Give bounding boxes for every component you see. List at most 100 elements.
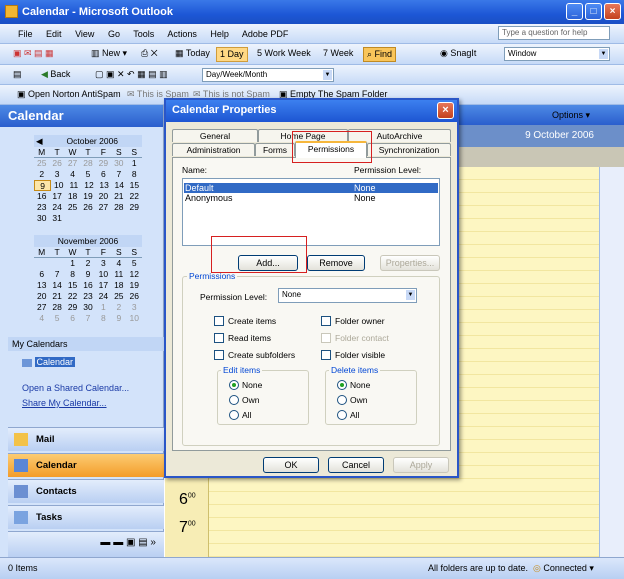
day-cell[interactable]: 3 <box>49 169 64 180</box>
open-norton-button[interactable]: ▣ Open Norton AntiSpam <box>14 88 124 103</box>
open-shared-calendar-link[interactable]: Open a Shared Calendar... <box>22 383 129 393</box>
day-cell[interactable] <box>49 258 64 269</box>
day-cell[interactable]: 4 <box>65 169 80 180</box>
permission-row-default[interactable]: Default None <box>184 183 438 193</box>
view-combo[interactable]: Day/Week/Month ▼ <box>202 68 334 82</box>
day-cell[interactable]: 15 <box>127 180 142 191</box>
day-cell[interactable]: 22 <box>127 191 142 202</box>
day-cell[interactable]: 7 <box>111 169 126 180</box>
day-cell[interactable]: 10 <box>96 269 111 280</box>
nav-tasks-button[interactable]: Tasks <box>8 505 164 529</box>
back-button[interactable]: ◀ Back <box>38 68 73 83</box>
day-cell[interactable]: 28 <box>49 302 64 313</box>
day-cell[interactable]: 21 <box>49 291 64 302</box>
share-my-calendar-link[interactable]: Share My Calendar... <box>22 398 107 408</box>
day-cell[interactable] <box>34 258 49 269</box>
print-delete-icons[interactable]: ⎙ ✕ <box>138 47 161 62</box>
menu-adobe-pdf[interactable]: Adobe PDF <box>242 29 289 39</box>
day-cell[interactable]: 12 <box>81 180 96 191</box>
day-cell[interactable] <box>127 213 142 224</box>
day-cell[interactable]: 17 <box>96 280 111 291</box>
day-cell[interactable]: 25 <box>65 202 80 213</box>
day-cell[interactable]: 16 <box>80 280 95 291</box>
day-cell[interactable] <box>80 213 95 224</box>
day-cell[interactable]: 10 <box>51 180 66 191</box>
day-cell[interactable]: 18 <box>65 191 80 202</box>
help-search-input[interactable]: Type a question for help <box>498 26 610 40</box>
menu-file[interactable]: File <box>18 29 33 39</box>
day-cell[interactable]: 29 <box>96 158 111 169</box>
day-cell[interactable]: 7 <box>49 269 64 280</box>
folder-owner-checkbox[interactable] <box>321 316 331 326</box>
day-cell[interactable]: 10 <box>127 313 142 324</box>
day-cell[interactable]: 1 <box>96 302 111 313</box>
day-cell[interactable]: 29 <box>127 202 142 213</box>
close-button[interactable]: × <box>604 3 621 20</box>
day-cell[interactable]: 5 <box>80 169 95 180</box>
nav-calendar-button[interactable]: Calendar <box>8 453 164 477</box>
nav-mail-button[interactable]: Mail <box>8 427 164 451</box>
maximize-button[interactable]: □ <box>585 3 602 20</box>
day-cell[interactable]: 5 <box>49 313 64 324</box>
toolbar2-icon[interactable]: ▤ <box>10 68 25 83</box>
day-cell[interactable]: 4 <box>111 258 126 269</box>
my-calendars-header[interactable]: My Calendars <box>8 337 164 351</box>
menu-tools[interactable]: Tools <box>133 29 154 39</box>
delete-none-radio[interactable] <box>337 380 347 390</box>
day-cell[interactable]: 29 <box>65 302 80 313</box>
new-button[interactable]: ▥ New ▾ <box>88 47 130 62</box>
work-week-view-button[interactable]: 5 Work Week <box>254 47 314 62</box>
snagit-button[interactable]: ◉ SnagIt <box>437 47 479 62</box>
day-cell[interactable]: 22 <box>65 291 80 302</box>
delete-own-radio[interactable] <box>337 395 347 405</box>
day-cell[interactable]: 27 <box>65 158 80 169</box>
dialog-close-button[interactable]: × <box>437 102 454 119</box>
tab-synchronization[interactable]: Synchronization <box>367 143 451 156</box>
day-cell[interactable]: 24 <box>49 202 64 213</box>
day-cell[interactable]: 20 <box>34 291 49 302</box>
today-button[interactable]: ▦ Today <box>172 47 213 62</box>
day-cell[interactable]: 17 <box>49 191 64 202</box>
options-button[interactable]: Options ▾ <box>552 110 590 121</box>
day-cell[interactable]: 1 <box>65 258 80 269</box>
day-view-button[interactable]: 1 Day <box>216 47 248 62</box>
day-cell[interactable]: 9 <box>111 313 126 324</box>
day-cell[interactable]: 23 <box>80 291 95 302</box>
edit-none-radio[interactable] <box>229 380 239 390</box>
day-cell[interactable] <box>96 213 111 224</box>
create-subfolders-checkbox[interactable] <box>214 350 224 360</box>
day-cell[interactable]: 19 <box>80 191 95 202</box>
permission-level-select[interactable]: None ▼ <box>278 288 417 303</box>
day-cell[interactable]: 2 <box>34 169 49 180</box>
day-cell[interactable]: 3 <box>127 302 142 313</box>
vertical-scrollbar[interactable] <box>599 167 624 557</box>
day-cell[interactable]: 7 <box>80 313 95 324</box>
find-button[interactable]: ⌕ Find <box>363 47 397 62</box>
folder-visible-checkbox[interactable] <box>321 350 331 360</box>
day-cell[interactable]: 9 <box>80 269 95 280</box>
tab-general[interactable]: General <box>172 129 258 142</box>
tab-administration[interactable]: Administration <box>172 143 255 156</box>
day-cell[interactable]: 23 <box>34 202 49 213</box>
ok-button[interactable]: OK <box>263 457 319 473</box>
day-cell[interactable] <box>65 213 80 224</box>
edit-all-radio[interactable] <box>229 410 239 420</box>
day-cell[interactable]: 11 <box>111 269 126 280</box>
day-cell[interactable]: 19 <box>127 280 142 291</box>
day-cell[interactable]: 8 <box>96 313 111 324</box>
folder-contact-checkbox[interactable] <box>321 333 331 343</box>
day-cell[interactable]: 26 <box>49 158 64 169</box>
week-view-button[interactable]: 7 Week <box>320 47 356 62</box>
day-cell[interactable]: 9 <box>34 180 52 191</box>
day-cell[interactable]: 8 <box>65 269 80 280</box>
day-cell[interactable]: 13 <box>34 280 49 291</box>
read-items-checkbox[interactable] <box>214 333 224 343</box>
day-cell[interactable]: 2 <box>80 258 95 269</box>
day-cell[interactable]: 15 <box>65 280 80 291</box>
day-cell[interactable]: 27 <box>34 302 49 313</box>
day-cell[interactable]: 6 <box>34 269 49 280</box>
day-cell[interactable]: 3 <box>96 258 111 269</box>
toolbar-icons-left[interactable]: ▣ ✉ ▤ ▦ <box>10 47 57 62</box>
day-cell[interactable]: 25 <box>34 158 49 169</box>
prev-month-icon[interactable]: ◀ <box>34 135 43 147</box>
